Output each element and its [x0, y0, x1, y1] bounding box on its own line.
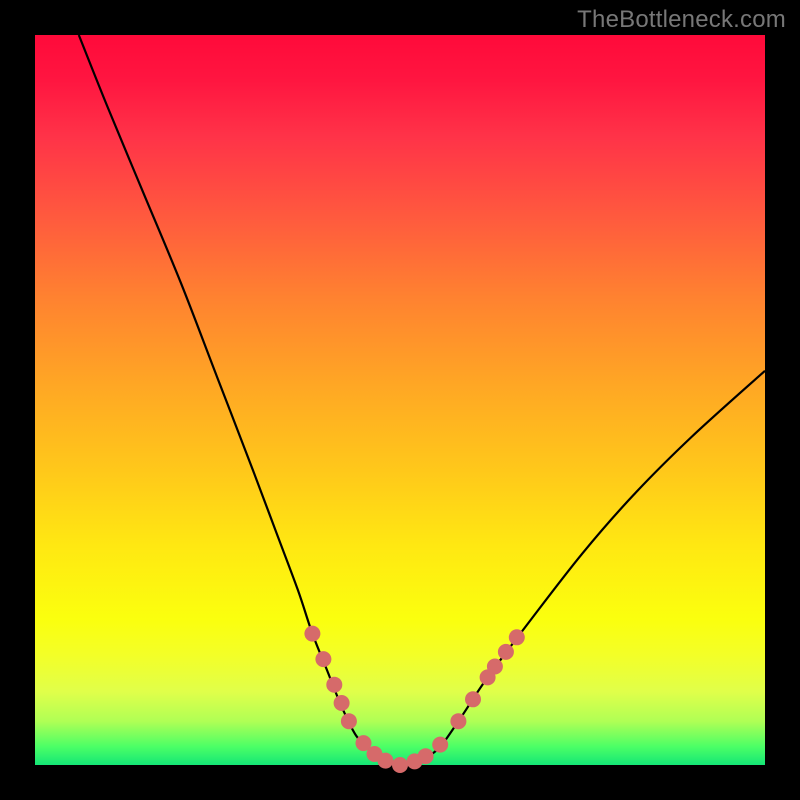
plot-area — [35, 35, 765, 765]
curve-layer — [35, 35, 765, 765]
bottleneck-curve — [79, 35, 765, 765]
data-marker — [341, 713, 357, 729]
data-marker — [465, 691, 481, 707]
data-marker — [487, 659, 503, 675]
data-marker — [432, 737, 448, 753]
data-marker — [304, 626, 320, 642]
data-marker — [334, 695, 350, 711]
marker-group — [304, 626, 524, 773]
data-marker — [450, 713, 466, 729]
chart-frame: TheBottleneck.com — [0, 0, 800, 800]
watermark-text: TheBottleneck.com — [577, 6, 786, 34]
data-marker — [509, 629, 525, 645]
data-marker — [315, 651, 331, 667]
data-marker — [326, 677, 342, 693]
data-marker — [418, 748, 434, 764]
data-marker — [392, 757, 408, 773]
data-marker — [377, 753, 393, 769]
data-marker — [498, 644, 514, 660]
